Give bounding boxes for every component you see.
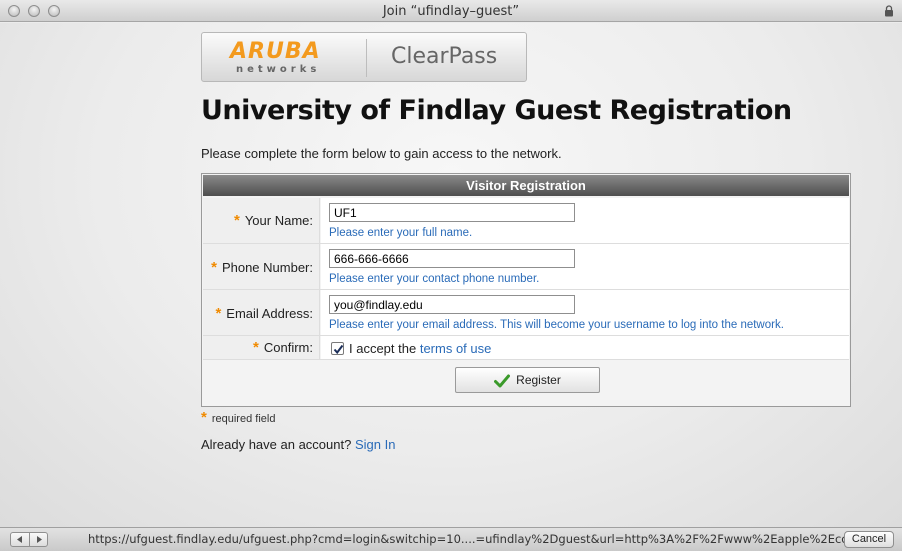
form-actions: Register [203, 360, 849, 405]
required-star: * [201, 409, 207, 426]
form-header: Visitor Registration [203, 175, 849, 196]
captive-portal-window: Join “ufindlay–guest” ARUBA networks Cle… [0, 0, 902, 551]
name-field-cell: Please enter your full name. [321, 198, 849, 243]
email-input[interactable] [329, 295, 575, 314]
phone-field-cell: Please enter your contact phone number. [321, 244, 849, 289]
title-bar: Join “ufindlay–guest” [0, 0, 902, 22]
phone-label: Phone Number: [221, 260, 313, 275]
nav-buttons [10, 532, 48, 547]
name-label-cell: * Your Name: [203, 198, 320, 243]
logo-divider [366, 39, 367, 77]
logo-tagline: networks [236, 64, 321, 75]
required-star: * [253, 339, 259, 356]
sign-in-link[interactable]: Sign In [355, 437, 395, 452]
confirm-field-cell: I accept the terms of use [321, 336, 849, 359]
required-star: * [233, 212, 240, 229]
confirm-label-cell: * Confirm: [203, 336, 320, 359]
name-label: Your Name: [244, 213, 313, 228]
status-bar: https://ufguest.findlay.edu/ufguest.php?… [0, 527, 902, 551]
cancel-button[interactable]: Cancel [844, 531, 894, 548]
logo-brand: ARUBA [230, 39, 321, 64]
account-prompt: Already have an account? Sign In [201, 437, 395, 452]
email-label-cell: * Email Address: [203, 290, 320, 335]
name-row: * Your Name: Please enter your full name. [203, 198, 849, 244]
window-title: Join “ufindlay–guest” [382, 4, 520, 19]
register-label: Register [516, 373, 561, 387]
required-star: * [215, 305, 222, 322]
lock-icon [885, 5, 893, 17]
logo-product: ClearPass [391, 44, 498, 69]
phone-row: * Phone Number: Please enter your contact… [203, 244, 849, 290]
register-button[interactable]: Register [455, 367, 600, 393]
email-label: Email Address: [226, 306, 313, 321]
checkmark-icon [333, 344, 344, 355]
phone-hint: Please enter your contact phone number. [329, 273, 540, 285]
name-input[interactable] [329, 203, 575, 222]
page-title: University of Findlay Guest Registration [201, 95, 792, 126]
visitor-registration-form: Visitor Registration * Your Name: Please … [201, 173, 851, 407]
terms-label: I accept the terms of use [349, 341, 491, 356]
email-field-cell: Please enter your email address. This wi… [321, 290, 849, 335]
email-hint: Please enter your email address. This wi… [329, 319, 784, 331]
confirm-label: Confirm: [263, 340, 313, 355]
required-note-text: required field [211, 413, 276, 425]
confirm-row: * Confirm: I accept the terms of use [203, 336, 849, 360]
back-arrow-icon[interactable] [11, 533, 29, 546]
intro-text: Please complete the form below to gain a… [201, 146, 562, 161]
page-content: ARUBA networks ClearPass University of F… [0, 23, 902, 527]
name-hint: Please enter your full name. [329, 227, 473, 239]
required-star: * [211, 259, 217, 276]
status-url: https://ufguest.findlay.edu/ufguest.php?… [88, 532, 885, 546]
account-text: Already have an account? [201, 437, 352, 452]
forward-arrow-icon[interactable] [30, 533, 48, 546]
checkmark-icon [494, 374, 511, 388]
terms-of-use-link[interactable]: terms of use [420, 341, 492, 356]
aruba-clearpass-logo: ARUBA networks ClearPass [201, 32, 527, 82]
email-row: * Email Address: Please enter your email … [203, 290, 849, 336]
phone-label-cell: * Phone Number: [203, 244, 320, 289]
phone-input[interactable] [329, 249, 575, 268]
terms-text: I accept the [349, 341, 417, 356]
required-note: * required field [201, 409, 275, 426]
terms-checkbox[interactable] [331, 342, 344, 355]
